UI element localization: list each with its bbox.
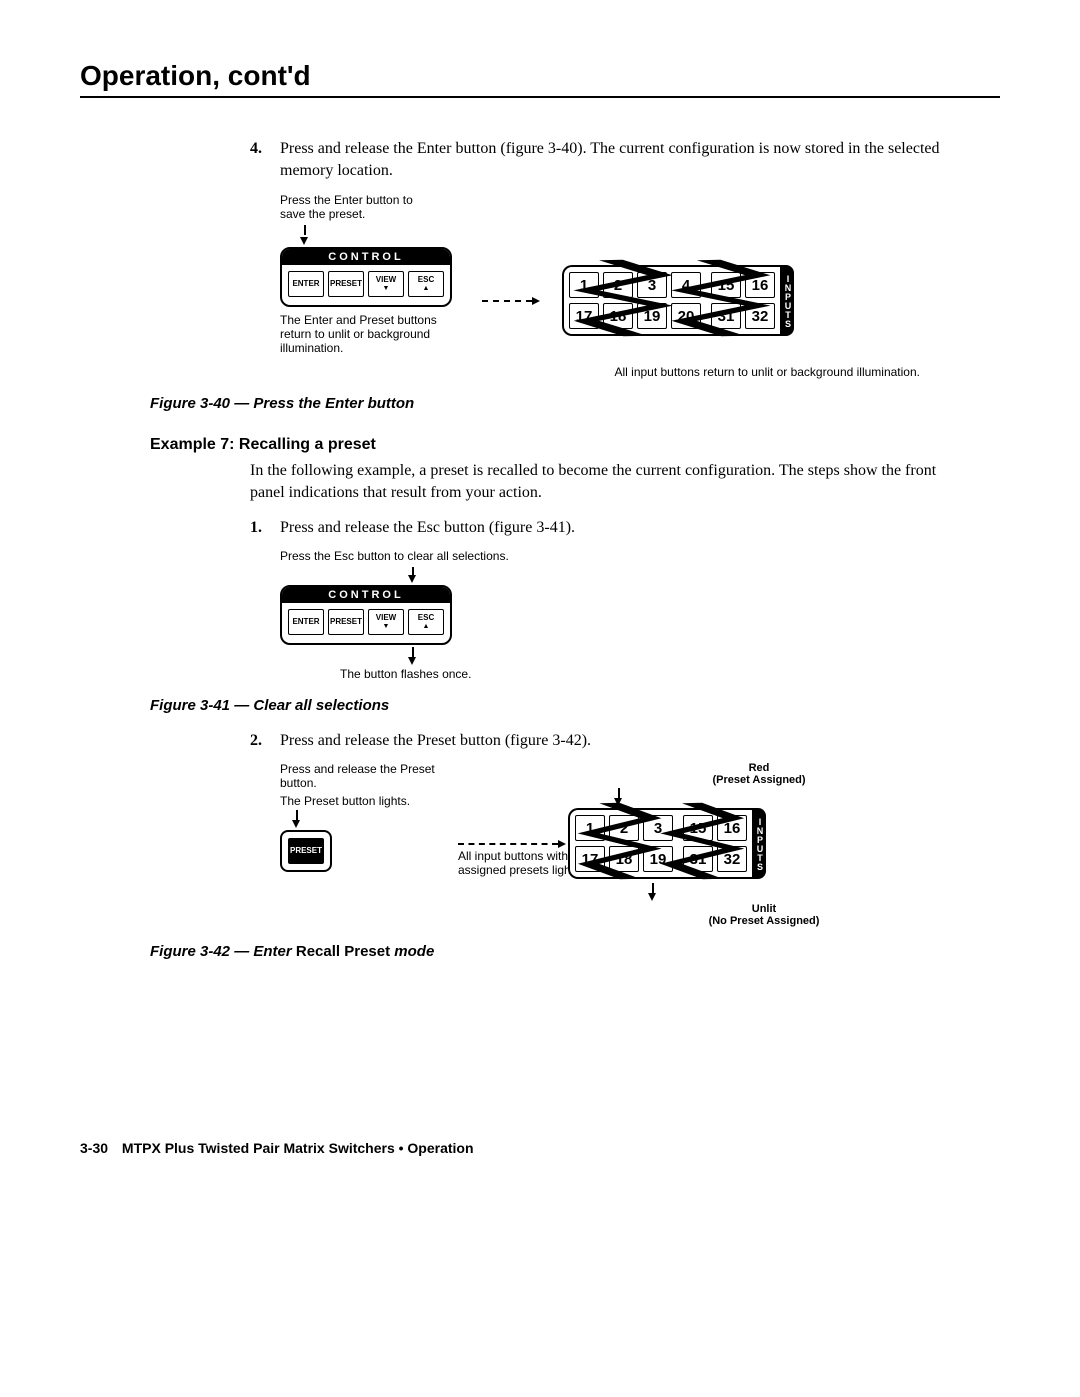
step-1-text: Press and release the Esc button (figure… bbox=[280, 517, 940, 539]
fig40-caption: Figure 3-40 — Press the Enter button bbox=[150, 395, 940, 412]
page-title: Operation, cont'd bbox=[80, 60, 1000, 98]
input-matrix: 1 2 3 17 18 19 bbox=[568, 808, 766, 879]
step-4-num: 4. bbox=[250, 138, 280, 183]
fig40-instr1: Press the Enter button to save the prese… bbox=[280, 193, 420, 221]
fig42-caption: Figure 3-42 — Enter Recall Preset mode bbox=[150, 943, 940, 960]
preset-button[interactable]: PRESET bbox=[328, 271, 364, 297]
down-arrow-icon bbox=[408, 575, 416, 583]
esc-button[interactable]: ESC bbox=[408, 609, 444, 635]
dashed-arrow-icon bbox=[458, 843, 558, 845]
unlit-label: Unlit(No Preset Assigned) bbox=[588, 903, 940, 927]
down-arrow-icon bbox=[292, 820, 300, 828]
triangle-up-icon bbox=[423, 622, 430, 630]
control-panel: CONTROL ENTER PRESET VIEW ESC bbox=[280, 247, 452, 307]
fig41-caption: Figure 3-41 — Clear all selections bbox=[150, 697, 940, 714]
inputs-label: INPUTS bbox=[754, 808, 766, 879]
inputs-label: INPUTS bbox=[782, 265, 794, 336]
triangle-down-icon bbox=[383, 284, 390, 292]
example-7-intro: In the following example, a preset is re… bbox=[250, 460, 940, 505]
step-4: 4. Press and release the Enter button (f… bbox=[250, 138, 940, 183]
fig40-bottom-note: All input buttons return to unlit or bac… bbox=[280, 365, 920, 379]
fig42-instr1: Press and release the Preset button. bbox=[280, 762, 440, 790]
red-label: Red(Preset Assigned) bbox=[578, 762, 940, 786]
step-1-num: 1. bbox=[250, 517, 280, 539]
step-2: 2. Press and release the Preset button (… bbox=[250, 730, 940, 752]
enter-button[interactable]: ENTER bbox=[288, 609, 324, 635]
enter-button[interactable]: ENTER bbox=[288, 271, 324, 297]
control-title: CONTROL bbox=[282, 249, 450, 265]
down-arrow-icon bbox=[648, 893, 656, 901]
triangle-up-icon bbox=[423, 284, 430, 292]
preset-button[interactable]: PRESET bbox=[288, 838, 324, 864]
control-title: CONTROL bbox=[282, 587, 450, 603]
step-1: 1. Press and release the Esc button (fig… bbox=[250, 517, 940, 539]
break-zigzag-icon bbox=[562, 260, 782, 336]
break-zigzag-icon bbox=[568, 803, 754, 879]
down-arrow-icon bbox=[300, 237, 308, 245]
dashed-arrow-icon bbox=[482, 300, 532, 302]
fig42-instr2: The Preset button lights. bbox=[280, 794, 440, 808]
fig41-instr: Press the Esc button to clear all select… bbox=[280, 549, 940, 563]
preset-panel: PRESET bbox=[280, 830, 332, 872]
triangle-down-icon bbox=[383, 622, 390, 630]
figure-3-41: Press the Esc button to clear all select… bbox=[280, 549, 940, 681]
view-button[interactable]: VIEW bbox=[368, 271, 404, 297]
fig40-note1: The Enter and Preset buttons return to u… bbox=[280, 313, 440, 355]
input-matrix: 1 2 3 4 17 18 19 20 bbox=[562, 265, 794, 336]
step-2-text: Press and release the Preset button (fig… bbox=[280, 730, 940, 752]
footer-text: MTPX Plus Twisted Pair Matrix Switchers … bbox=[122, 1140, 474, 1156]
fig41-flash: The button flashes once. bbox=[340, 667, 940, 681]
figure-3-40: Press the Enter button to save the prese… bbox=[280, 193, 940, 379]
esc-button[interactable]: ESC bbox=[408, 271, 444, 297]
down-arrow-icon bbox=[408, 657, 416, 665]
control-panel: CONTROL ENTER PRESET VIEW ESC bbox=[280, 585, 452, 645]
figure-3-42: Press and release the Preset button. The… bbox=[280, 762, 940, 927]
step-2-num: 2. bbox=[250, 730, 280, 752]
page-number: 3-30 bbox=[80, 1140, 108, 1156]
preset-button[interactable]: PRESET bbox=[328, 609, 364, 635]
step-4-text: Press and release the Enter button (figu… bbox=[280, 138, 940, 183]
view-button[interactable]: VIEW bbox=[368, 609, 404, 635]
example-7-heading: Example 7: Recalling a preset bbox=[150, 436, 940, 454]
page-footer: 3-30 MTPX Plus Twisted Pair Matrix Switc… bbox=[80, 1140, 1000, 1156]
